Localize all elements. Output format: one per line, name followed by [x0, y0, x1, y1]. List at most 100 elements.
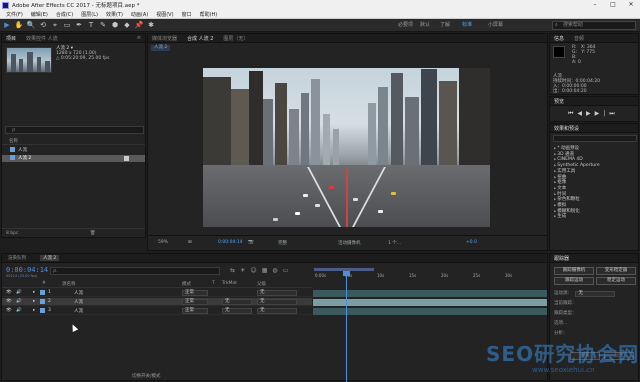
minimize-button[interactable]: – [586, 0, 604, 10]
motion-blur-icon[interactable]: ◍ [272, 267, 282, 274]
layer-duration-bar[interactable] [313, 308, 547, 315]
camera-tool-icon[interactable]: ⌖ [50, 20, 60, 30]
project-item[interactable]: 人流 2 [2, 155, 145, 162]
tab-project[interactable]: 项目 [6, 35, 16, 42]
workspace-default[interactable]: 默认 [420, 21, 430, 28]
quality-dropdown[interactable]: 完整 [278, 240, 287, 246]
layer-name[interactable]: 人流 [74, 299, 83, 305]
toggle-switches-modes[interactable]: 切换开关/模式 [132, 373, 161, 379]
first-frame-icon[interactable]: ⏮ [568, 110, 577, 117]
project-column-name[interactable]: 名称 [2, 138, 145, 145]
comp-mini-flowchart-icon[interactable]: ⇆ [230, 267, 240, 274]
project-search-input[interactable]: ρ [5, 126, 144, 134]
clone-stamp-tool-icon[interactable]: ⬢ [110, 20, 120, 30]
play-icon[interactable]: ▶ [586, 110, 595, 117]
layer-parent-dropdown[interactable]: 无 [257, 299, 297, 305]
expand-triangle-icon[interactable]: ▸ [33, 308, 35, 313]
menu-animation[interactable]: 动画(A) [131, 11, 148, 18]
expand-triangle-icon[interactable]: ▸ [33, 299, 35, 304]
label-color[interactable] [40, 308, 45, 313]
menu-layer[interactable]: 图层(L) [81, 11, 98, 18]
menu-file[interactable]: 文件(F) [6, 11, 23, 18]
layer-duration-bar[interactable] [313, 290, 547, 297]
visibility-eye-icon[interactable]: 👁 [6, 308, 12, 313]
zoom-dropdown[interactable]: 59% [158, 240, 168, 245]
workspace-small-screen[interactable]: 小屏幕 [488, 21, 503, 28]
draft-3d-icon[interactable]: ☀ [240, 267, 250, 274]
text-tool-icon[interactable]: T [86, 20, 96, 30]
layer-parent-dropdown[interactable]: 无 [257, 290, 297, 296]
layer-mode-dropdown[interactable]: 正常 [182, 290, 208, 296]
menu-edit[interactable]: 编辑(E) [31, 11, 48, 18]
effect-category[interactable]: Synthetic Aperture [554, 163, 599, 169]
tab-audio[interactable]: 音频 [574, 35, 584, 42]
tab-composition[interactable]: 合成 人流 2 [187, 35, 213, 42]
options-label[interactable]: 选项... [554, 320, 567, 326]
audio-icon[interactable]: 🔊 [16, 299, 22, 304]
selection-tool-icon[interactable]: ▶ [2, 20, 12, 30]
composition-stage[interactable] [148, 52, 547, 235]
brush-tool-icon[interactable]: ✎ [98, 20, 108, 30]
visibility-eye-icon[interactable]: 👁 [6, 299, 12, 304]
stabilize-motion-button[interactable]: 稳定运动 [596, 277, 636, 285]
tab-layer[interactable]: 图层（无） [223, 35, 248, 42]
tab-timeline-comp[interactable]: 人流 2 [40, 255, 60, 261]
prev-frame-icon[interactable]: ◀ [577, 110, 586, 117]
label-color-swatch[interactable] [124, 156, 129, 161]
shy-icon[interactable]: ☺ [250, 267, 261, 274]
frame-blending-icon[interactable]: ▦ [262, 267, 273, 274]
timeline-layer-row[interactable]: 👁 🔊 ▸ 3 人流 正常 无 无 [2, 307, 312, 315]
motion-source-dropdown[interactable]: 无 [575, 291, 616, 297]
hand-tool-icon[interactable]: ✋ [14, 20, 24, 30]
rectangle-tool-icon[interactable]: ▭ [62, 20, 72, 30]
menu-composition[interactable]: 合成(C) [56, 11, 73, 18]
workspace-standard[interactable]: 标准 [462, 21, 472, 28]
layer-parent-dropdown[interactable]: 无 [257, 308, 297, 314]
maximize-button[interactable]: □ [604, 0, 622, 10]
layer-mode-dropdown[interactable]: 正常 [182, 299, 208, 305]
visibility-eye-icon[interactable]: 👁 [6, 290, 12, 295]
pin-tool-icon[interactable]: 📌 [134, 20, 144, 30]
label-color[interactable] [40, 299, 45, 304]
workspace-essentials[interactable]: 必要项 [398, 21, 413, 28]
timeline-current-time[interactable]: 0:00:04:14 [6, 266, 48, 274]
snapshot-icon[interactable]: 📷 [248, 240, 254, 245]
project-item[interactable]: 人流 [2, 147, 145, 154]
eraser-tool-icon[interactable]: ◆ [122, 20, 132, 30]
menu-help[interactable]: 帮助(H) [200, 11, 218, 18]
workspace-learn[interactable]: 了解 [440, 21, 450, 28]
timeline-layer-row[interactable]: 👁 🔊 ▸ 2 人流 正常 无 无 [2, 298, 312, 306]
menu-effect[interactable]: 效果(T) [106, 11, 123, 18]
tab-tracker[interactable]: 跟踪器 [554, 255, 569, 262]
last-frame-icon[interactable]: ⏭ [609, 110, 618, 117]
expand-triangle-icon[interactable]: ▸ [33, 290, 35, 295]
col-source-name[interactable]: 源名称 [62, 281, 76, 287]
current-time-indicator[interactable] [346, 274, 347, 382]
bpc-toggle[interactable]: 8 bpc [6, 231, 18, 236]
exposure-value[interactable]: +0.0 [466, 240, 477, 245]
track-camera-button[interactable]: 跟踪摄像机 [554, 267, 594, 275]
tab-info[interactable]: 信息 [554, 35, 564, 42]
effects-search-input[interactable] [553, 135, 637, 142]
camera-dropdown[interactable]: 活动摄像机 [338, 240, 361, 246]
panel-menu-icon[interactable]: ≡ [137, 35, 141, 41]
tab-preview[interactable]: 预览 [554, 98, 564, 105]
pen-tool-icon[interactable]: ✒ [74, 20, 84, 30]
zoom-tool-icon[interactable]: 🔍 [26, 20, 36, 30]
effect-category[interactable]: 生成 [554, 214, 600, 220]
label-color[interactable] [40, 290, 45, 295]
layer-name[interactable]: 人流 [74, 308, 83, 314]
help-search-input[interactable]: ⌕ 搜索帮助 [552, 21, 636, 30]
layer-name[interactable]: 人流 [74, 290, 83, 296]
audio-icon[interactable]: 🔊 [16, 290, 22, 295]
views-dropdown[interactable]: 1 个... [388, 240, 401, 246]
close-button[interactable]: ✕ [622, 0, 640, 10]
comp-flowchart-tab[interactable]: 人流 2 [151, 45, 171, 51]
graph-editor-icon[interactable]: ▭ [283, 267, 294, 274]
menu-window[interactable]: 窗口 [182, 11, 192, 18]
resolution-icon[interactable]: ⊞ [188, 240, 192, 245]
menu-view[interactable]: 视图(V) [156, 11, 173, 18]
layer-trkmat-dropdown[interactable]: 无 [222, 299, 252, 305]
track-motion-button[interactable]: 跟踪运动 [554, 277, 594, 285]
tab-effect-controls[interactable]: 效果控件 人流 [26, 35, 58, 42]
